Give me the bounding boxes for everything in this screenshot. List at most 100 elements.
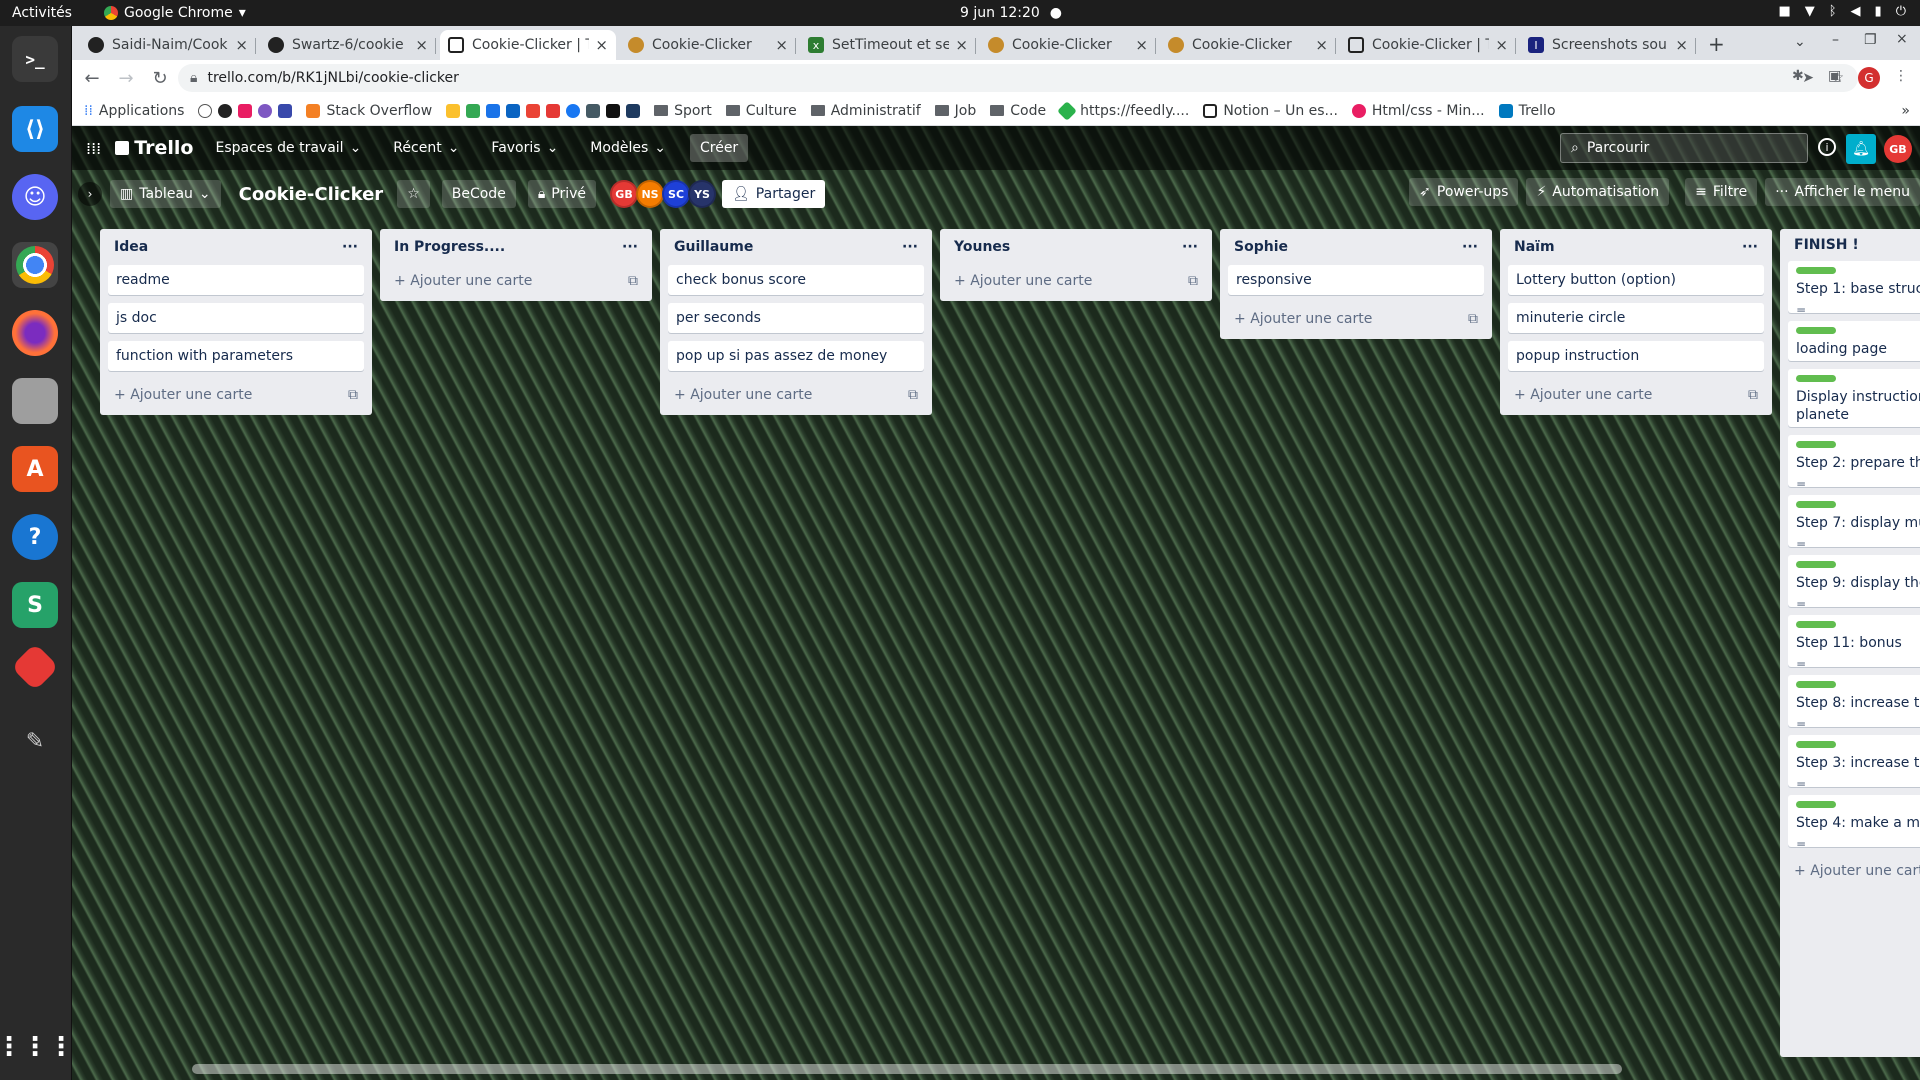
card[interactable]: Step 4: make a mult ≡ bbox=[1788, 795, 1920, 847]
sidepanel-icon[interactable]: ▣ bbox=[1828, 68, 1841, 84]
add-card-button[interactable]: + Ajouter une carte ⧉ bbox=[388, 265, 644, 297]
browser-tab[interactable]: Saidi-Naim/Cook × bbox=[80, 30, 256, 60]
list-title[interactable]: In Progress.... bbox=[394, 239, 505, 255]
bookmark-stackoverflow[interactable]: Stack Overflow bbox=[306, 103, 432, 119]
card[interactable]: Step 8: increase the ≡ bbox=[1788, 675, 1920, 727]
back-icon[interactable]: ← bbox=[78, 64, 106, 92]
template-icon[interactable]: ⧉ bbox=[1748, 387, 1758, 403]
close-icon[interactable]: × bbox=[1495, 36, 1508, 54]
reload-icon[interactable]: ↻ bbox=[146, 64, 174, 92]
filter-button[interactable]: ≡ Filtre bbox=[1685, 178, 1758, 206]
menu-templates[interactable]: Modèles ⌄ bbox=[580, 134, 676, 162]
share-button[interactable]: 👤︎ Partager bbox=[722, 180, 826, 208]
card[interactable]: popup instruction bbox=[1508, 341, 1764, 371]
sidebar-toggle-icon[interactable]: › bbox=[78, 182, 102, 206]
card[interactable]: loading page bbox=[1788, 321, 1920, 361]
chrome-dock-icon[interactable] bbox=[12, 242, 58, 288]
browser-tab-active[interactable]: Cookie-Clicker | T × bbox=[440, 30, 616, 60]
bookmark-folder-job[interactable]: Job bbox=[934, 103, 976, 119]
card[interactable]: Step 7: display mult ≡ bbox=[1788, 495, 1920, 547]
close-icon[interactable]: × bbox=[955, 36, 968, 54]
close-icon[interactable]: × bbox=[1315, 36, 1328, 54]
list-menu-icon[interactable]: ··· bbox=[1462, 239, 1478, 255]
card[interactable]: Display instruction c planete bbox=[1788, 369, 1920, 427]
browser-tab[interactable]: I Screenshots sou × bbox=[1520, 30, 1696, 60]
bookmark-folder-culture[interactable]: Culture bbox=[725, 103, 797, 119]
bookmark-icons-2[interactable] bbox=[446, 103, 641, 118]
powerups-button[interactable]: ➶ Power-ups bbox=[1409, 178, 1519, 206]
clock[interactable]: 9 jun 12:20 ● bbox=[960, 5, 1062, 21]
template-icon[interactable]: ⧉ bbox=[348, 387, 358, 403]
bookmark-icons[interactable] bbox=[198, 103, 293, 118]
workspace-button[interactable]: BeCode bbox=[441, 180, 516, 208]
create-button[interactable]: Créer bbox=[689, 134, 749, 162]
list-menu-icon[interactable]: ··· bbox=[1182, 239, 1198, 255]
list-title[interactable]: Idea bbox=[114, 239, 148, 255]
bookmark-notion[interactable]: Notion – Un es... bbox=[1203, 103, 1338, 119]
apps-switcher-icon[interactable]: ⁞⁞⁞ bbox=[86, 139, 101, 158]
chrome-menu-icon[interactable]: ⋮ bbox=[1894, 68, 1908, 84]
app-grid-icon[interactable]: ⋮⋮⋮ bbox=[0, 1024, 74, 1070]
terminal-icon[interactable]: >_ bbox=[12, 36, 58, 82]
card[interactable]: Step 9: display the c ≡ bbox=[1788, 555, 1920, 607]
card[interactable]: Step 3: increase the ≡ bbox=[1788, 735, 1920, 787]
add-card-button[interactable]: + Ajouter une carte ⧉ bbox=[668, 379, 924, 411]
list-title[interactable]: Younes bbox=[954, 239, 1010, 255]
list-title[interactable]: FINISH ! bbox=[1794, 237, 1859, 253]
app-menu[interactable]: Google Chrome ▾ bbox=[104, 5, 246, 21]
bookmark-applications[interactable]: ⁞⁞ Applications bbox=[84, 103, 184, 119]
list-title[interactable]: Sophie bbox=[1234, 239, 1288, 255]
profile-avatar[interactable]: G bbox=[1858, 67, 1880, 89]
gimp-icon[interactable]: ✎ bbox=[12, 718, 58, 764]
minimize-icon[interactable]: – bbox=[1832, 32, 1839, 48]
member-avatar[interactable]: YS bbox=[688, 180, 717, 208]
browser-tab[interactable]: x SetTimeout et se × bbox=[800, 30, 976, 60]
close-icon[interactable]: × bbox=[1675, 36, 1688, 54]
forward-icon[interactable]: → bbox=[112, 64, 140, 92]
list-title[interactable]: Naïm bbox=[1514, 239, 1555, 255]
card[interactable]: check bonus score bbox=[668, 265, 924, 295]
sublime-icon[interactable]: S bbox=[12, 582, 58, 628]
extensions-icon[interactable]: ✱ bbox=[1792, 68, 1804, 84]
board-title[interactable]: Cookie-Clicker bbox=[239, 184, 384, 205]
board-view-button[interactable]: ▥ Tableau ⌄ bbox=[110, 180, 221, 208]
help-icon[interactable]: ? bbox=[12, 514, 58, 560]
discord-icon[interactable]: ☺ bbox=[12, 174, 58, 220]
list-menu-icon[interactable]: ··· bbox=[902, 239, 918, 255]
card[interactable]: readme bbox=[108, 265, 364, 295]
add-card-button[interactable]: + Ajouter une carte ⧉ bbox=[1508, 379, 1764, 411]
card[interactable]: Step 11: bonus ≡ bbox=[1788, 615, 1920, 667]
browser-tab[interactable]: Cookie-Clicker × bbox=[1160, 30, 1336, 60]
trello-logo[interactable]: Trello bbox=[115, 137, 193, 159]
bookmark-folder-code[interactable]: Code bbox=[990, 103, 1046, 119]
template-icon[interactable]: ⧉ bbox=[1188, 273, 1198, 289]
add-card-button[interactable]: + Ajouter une carte ⧉ bbox=[1228, 303, 1484, 335]
bookmark-trello[interactable]: Trello bbox=[1498, 103, 1556, 119]
notifications-icon[interactable]: 🔔︎ bbox=[1846, 134, 1876, 164]
activities-button[interactable]: Activités bbox=[12, 5, 72, 21]
close-icon[interactable]: × bbox=[235, 36, 248, 54]
card[interactable]: function with parameters bbox=[108, 341, 364, 371]
git-icon[interactable] bbox=[10, 642, 60, 692]
user-avatar[interactable]: GB bbox=[1884, 135, 1912, 163]
window-close-icon[interactable]: × bbox=[1896, 31, 1908, 47]
bookmark-feedly[interactable]: https://feedly.... bbox=[1057, 100, 1189, 121]
vscode-icon[interactable]: ⟨⟩ bbox=[12, 106, 58, 152]
automation-button[interactable]: ⚡︎ Automatisation bbox=[1526, 178, 1670, 206]
browser-tab[interactable]: Cookie-Clicker × bbox=[620, 30, 796, 60]
maximize-icon[interactable]: ❐ bbox=[1864, 32, 1877, 48]
software-icon[interactable]: A bbox=[12, 446, 58, 492]
info-icon[interactable]: i bbox=[1818, 138, 1836, 156]
template-icon[interactable]: ⧉ bbox=[908, 387, 918, 403]
list-title[interactable]: Guillaume bbox=[674, 239, 753, 255]
card[interactable]: minuterie circle bbox=[1508, 303, 1764, 333]
member-avatar[interactable]: GB bbox=[610, 180, 639, 208]
menu-recent[interactable]: Récent ⌄ bbox=[383, 134, 469, 162]
add-card-button[interactable]: + Ajouter une carte ⧉ bbox=[108, 379, 364, 411]
star-board-button[interactable]: ☆ bbox=[397, 180, 430, 208]
browser-tab[interactable]: Cookie-Clicker × bbox=[980, 30, 1156, 60]
menu-favorites[interactable]: Favoris ⌄ bbox=[481, 134, 568, 162]
visibility-button[interactable]: 🔒︎ Privé bbox=[527, 180, 597, 208]
card[interactable]: responsive bbox=[1228, 265, 1484, 295]
close-icon[interactable]: × bbox=[595, 36, 608, 54]
